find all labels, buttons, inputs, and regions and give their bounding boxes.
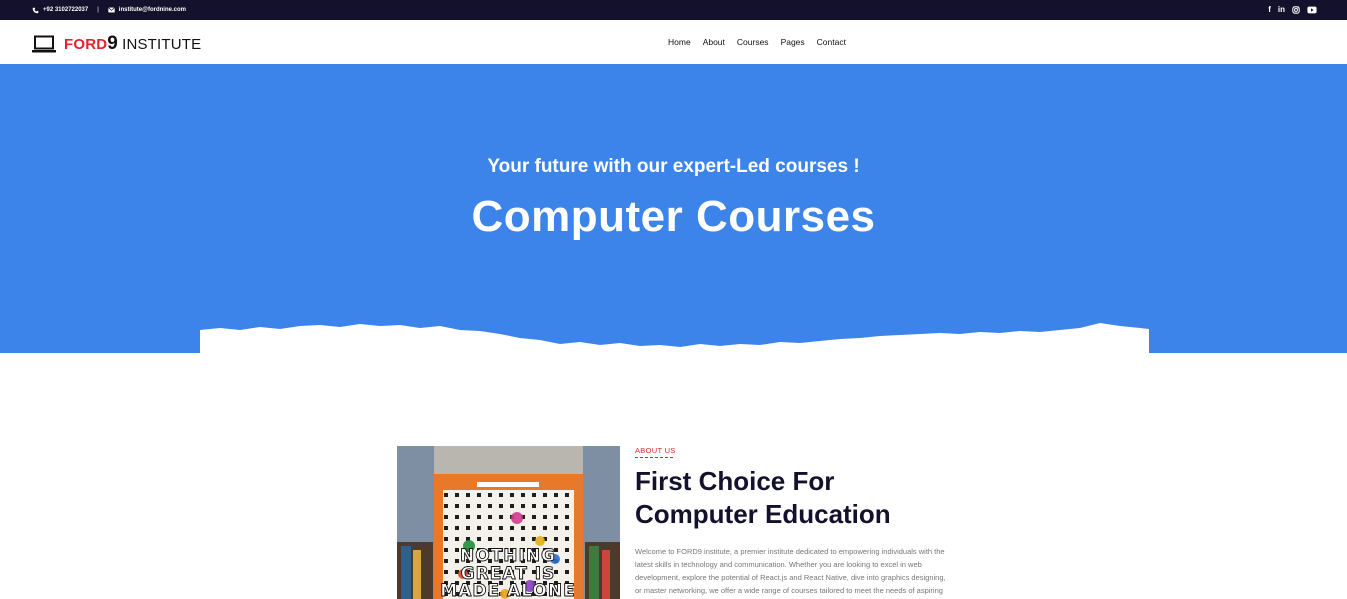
image-text-line-1: NOTHING — [460, 546, 556, 566]
youtube-icon[interactable] — [1307, 6, 1317, 14]
eyebrow-underline — [635, 457, 673, 458]
hero-title: Computer Courses — [471, 192, 876, 241]
phone-icon — [32, 7, 39, 13]
site-header: FORD9 INSTITUTE Home About Courses Pages … — [0, 20, 1347, 64]
linkedin-icon[interactable]: in — [1278, 6, 1285, 14]
contact-separator: | — [97, 7, 99, 13]
about-paragraph: Welcome to FORD9 institute, a premier in… — [635, 547, 946, 595]
about-heading: First Choice For Computer Education — [635, 465, 950, 531]
phone-contact[interactable]: +92 3102722037 — [32, 7, 88, 14]
nav-contact[interactable]: Contact — [817, 37, 846, 47]
contact-info: +92 3102722037 | institute@fordnine.com — [32, 0, 186, 20]
torn-paper-edge — [200, 323, 1149, 353]
nav-about[interactable]: About — [703, 37, 725, 47]
image-text-line-3: MADE ALONE — [440, 581, 575, 599]
nav-courses[interactable]: Courses — [737, 37, 769, 47]
hero-subtitle: Your future with our expert-Led courses … — [487, 156, 860, 177]
about-content: ABOUT US First Choice For Computer Educa… — [635, 446, 950, 599]
mail-icon — [107, 7, 115, 13]
phone-number: +92 3102722037 — [43, 7, 89, 13]
social-links: f in — [1268, 0, 1317, 20]
logo-nine: 9 — [107, 33, 119, 54]
classroom-photo: NOTHING GREAT IS MADE ALONE — [397, 446, 620, 599]
laptop-icon — [32, 35, 56, 53]
email-contact[interactable]: institute@fordnine.com — [107, 7, 186, 13]
main-nav: Home About Courses Pages Contact — [668, 37, 846, 47]
email-address: institute@fordnine.com — [118, 7, 186, 13]
nav-pages[interactable]: Pages — [781, 37, 805, 47]
logo-text: FORD9 INSTITUTE — [64, 33, 201, 55]
instagram-icon[interactable] — [1292, 6, 1300, 14]
nav-home[interactable]: Home — [668, 37, 691, 47]
about-eyebrow: ABOUT US — [635, 446, 676, 455]
hero-banner: Your future with our expert-Led courses … — [0, 64, 1347, 353]
site-logo[interactable]: FORD9 INSTITUTE — [32, 33, 201, 55]
about-heading-line-2: Computer Education — [635, 499, 891, 529]
about-image: NOTHING GREAT IS MADE ALONE — [397, 446, 620, 599]
about-heading-line-1: First Choice For — [635, 466, 835, 496]
logo-suffix: INSTITUTE — [122, 36, 202, 53]
logo-brand: FORD — [64, 36, 108, 53]
top-bar: +92 3102722037 | institute@fordnine.com … — [0, 0, 1347, 20]
facebook-icon[interactable]: f — [1268, 6, 1271, 14]
